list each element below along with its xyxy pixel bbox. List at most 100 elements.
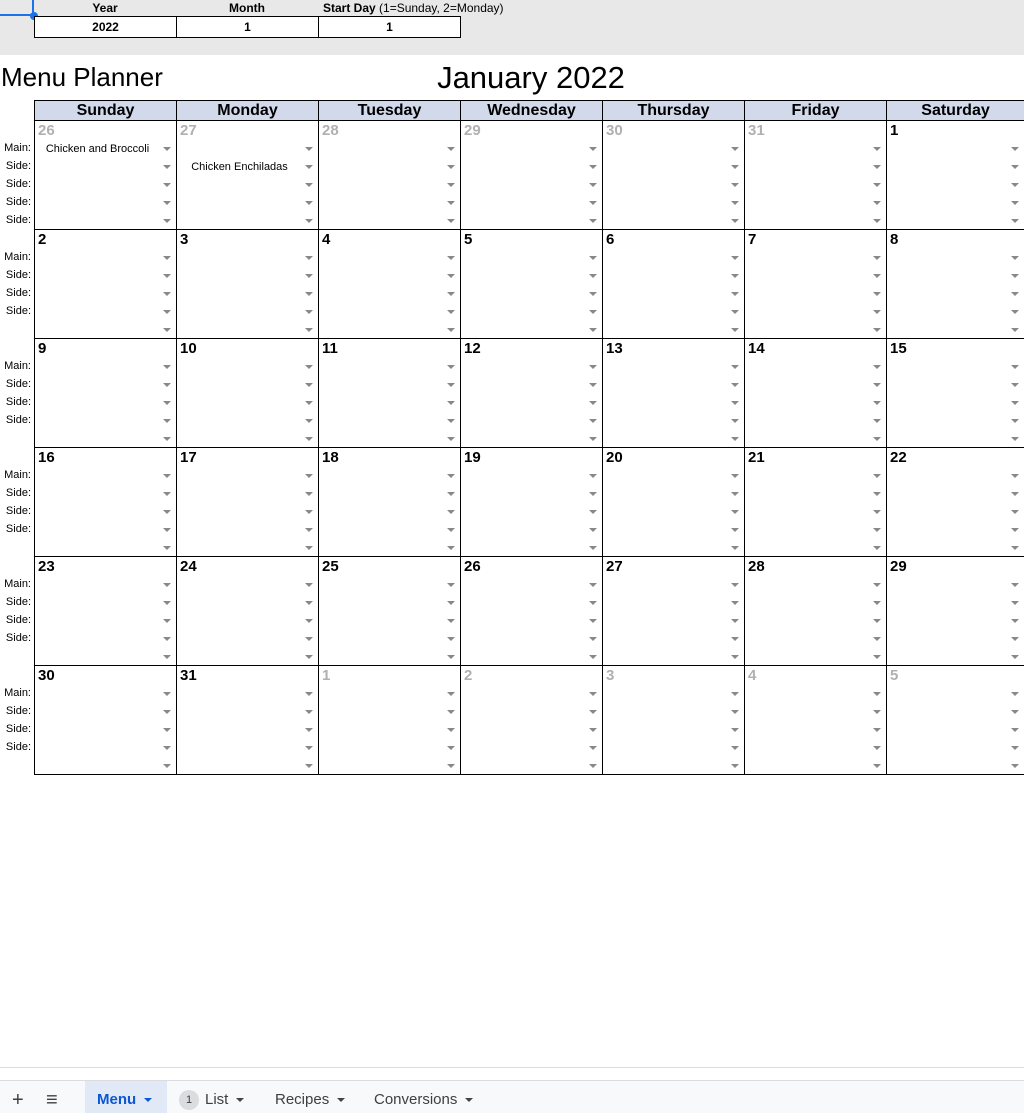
meal-dropdown[interactable] xyxy=(745,594,886,612)
meal-dropdown[interactable] xyxy=(887,176,1024,194)
dropdown-arrow-icon[interactable] xyxy=(873,728,881,732)
dropdown-arrow-icon[interactable] xyxy=(731,419,739,423)
dropdown-arrow-icon[interactable] xyxy=(589,310,597,314)
meal-dropdown[interactable] xyxy=(461,303,602,321)
meal-dropdown[interactable] xyxy=(177,303,318,321)
meal-dropdown[interactable] xyxy=(177,285,318,303)
meal-dropdown[interactable] xyxy=(887,685,1024,703)
dropdown-arrow-icon[interactable] xyxy=(447,655,455,659)
dropdown-arrow-icon[interactable] xyxy=(1011,528,1019,532)
meal-dropdown[interactable] xyxy=(461,140,602,158)
dropdown-arrow-icon[interactable] xyxy=(1011,219,1019,223)
meal-dropdown[interactable] xyxy=(461,757,602,775)
dropdown-arrow-icon[interactable] xyxy=(1011,583,1019,587)
dropdown-arrow-icon[interactable] xyxy=(1011,274,1019,278)
dropdown-arrow-icon[interactable] xyxy=(163,383,171,387)
dropdown-arrow-icon[interactable] xyxy=(589,401,597,405)
dropdown-arrow-icon[interactable] xyxy=(1011,201,1019,205)
meal-dropdown[interactable] xyxy=(603,485,744,503)
dropdown-arrow-icon[interactable] xyxy=(589,365,597,369)
meal-dropdown[interactable] xyxy=(745,394,886,412)
meal-dropdown[interactable] xyxy=(35,685,176,703)
dropdown-arrow-icon[interactable] xyxy=(873,256,881,260)
meal-dropdown[interactable] xyxy=(35,757,176,775)
start-day-input[interactable]: 1 xyxy=(318,16,461,38)
meal-dropdown[interactable] xyxy=(177,267,318,285)
dropdown-arrow-icon[interactable] xyxy=(589,510,597,514)
dropdown-arrow-icon[interactable] xyxy=(589,710,597,714)
dropdown-arrow-icon[interactable] xyxy=(447,310,455,314)
dropdown-arrow-icon[interactable] xyxy=(447,147,455,151)
meal-dropdown[interactable] xyxy=(887,703,1024,721)
dropdown-arrow-icon[interactable] xyxy=(1011,728,1019,732)
tab-recipes[interactable]: Recipes xyxy=(263,1081,357,1113)
meal-dropdown[interactable] xyxy=(745,303,886,321)
dropdown-arrow-icon[interactable] xyxy=(305,365,313,369)
dropdown-arrow-icon[interactable] xyxy=(873,437,881,441)
meal-dropdown[interactable] xyxy=(177,739,318,757)
dropdown-arrow-icon[interactable] xyxy=(1011,328,1019,332)
meal-dropdown[interactable] xyxy=(745,249,886,267)
dropdown-arrow-icon[interactable] xyxy=(163,764,171,768)
meal-dropdown[interactable] xyxy=(177,612,318,630)
meal-dropdown[interactable] xyxy=(603,249,744,267)
dropdown-arrow-icon[interactable] xyxy=(447,292,455,296)
meal-dropdown[interactable] xyxy=(319,394,460,412)
meal-dropdown[interactable] xyxy=(745,612,886,630)
dropdown-arrow-icon[interactable] xyxy=(163,401,171,405)
dropdown-arrow-icon[interactable] xyxy=(1011,710,1019,714)
tab-conversions[interactable]: Conversions xyxy=(362,1081,485,1113)
meal-dropdown[interactable] xyxy=(319,612,460,630)
meal-dropdown[interactable] xyxy=(35,267,176,285)
dropdown-arrow-icon[interactable] xyxy=(873,764,881,768)
meal-dropdown[interactable] xyxy=(319,576,460,594)
meal-dropdown[interactable] xyxy=(177,249,318,267)
meal-dropdown[interactable] xyxy=(177,539,318,557)
meal-dropdown[interactable] xyxy=(177,685,318,703)
meal-dropdown[interactable] xyxy=(603,412,744,430)
dropdown-arrow-icon[interactable] xyxy=(447,764,455,768)
dropdown-arrow-icon[interactable] xyxy=(731,728,739,732)
dropdown-arrow-icon[interactable] xyxy=(873,546,881,550)
dropdown-arrow-icon[interactable] xyxy=(731,401,739,405)
dropdown-arrow-icon[interactable] xyxy=(163,437,171,441)
dropdown-arrow-icon[interactable] xyxy=(305,328,313,332)
dropdown-arrow-icon[interactable] xyxy=(589,147,597,151)
dropdown-arrow-icon[interactable] xyxy=(873,601,881,605)
dropdown-arrow-icon[interactable] xyxy=(731,637,739,641)
dropdown-arrow-icon[interactable] xyxy=(589,437,597,441)
meal-dropdown[interactable] xyxy=(319,430,460,448)
dropdown-arrow-icon[interactable] xyxy=(305,310,313,314)
dropdown-arrow-icon[interactable] xyxy=(163,328,171,332)
meal-dropdown[interactable] xyxy=(319,685,460,703)
dropdown-arrow-icon[interactable] xyxy=(447,383,455,387)
meal-dropdown[interactable] xyxy=(461,703,602,721)
meal-dropdown[interactable]: Chicken Enchiladas xyxy=(177,158,318,176)
meal-dropdown[interactable] xyxy=(35,721,176,739)
meal-dropdown[interactable] xyxy=(319,721,460,739)
dropdown-arrow-icon[interactable] xyxy=(873,710,881,714)
meal-dropdown[interactable] xyxy=(177,194,318,212)
meal-dropdown[interactable] xyxy=(603,140,744,158)
meal-dropdown[interactable] xyxy=(887,612,1024,630)
meal-dropdown[interactable] xyxy=(35,176,176,194)
dropdown-arrow-icon[interactable] xyxy=(873,401,881,405)
dropdown-arrow-icon[interactable] xyxy=(1011,764,1019,768)
meal-dropdown[interactable] xyxy=(887,358,1024,376)
dropdown-arrow-icon[interactable] xyxy=(305,546,313,550)
meal-dropdown[interactable] xyxy=(461,394,602,412)
dropdown-arrow-icon[interactable] xyxy=(731,692,739,696)
meal-dropdown[interactable] xyxy=(461,194,602,212)
dropdown-arrow-icon[interactable] xyxy=(163,256,171,260)
dropdown-arrow-icon[interactable] xyxy=(1011,619,1019,623)
meal-dropdown[interactable] xyxy=(887,212,1024,230)
meal-dropdown[interactable] xyxy=(461,176,602,194)
meal-dropdown[interactable] xyxy=(887,158,1024,176)
dropdown-arrow-icon[interactable] xyxy=(731,437,739,441)
dropdown-arrow-icon[interactable] xyxy=(305,419,313,423)
dropdown-arrow-icon[interactable] xyxy=(447,637,455,641)
dropdown-arrow-icon[interactable] xyxy=(731,746,739,750)
dropdown-arrow-icon[interactable] xyxy=(589,383,597,387)
meal-dropdown[interactable] xyxy=(887,521,1024,539)
meal-dropdown[interactable] xyxy=(887,412,1024,430)
